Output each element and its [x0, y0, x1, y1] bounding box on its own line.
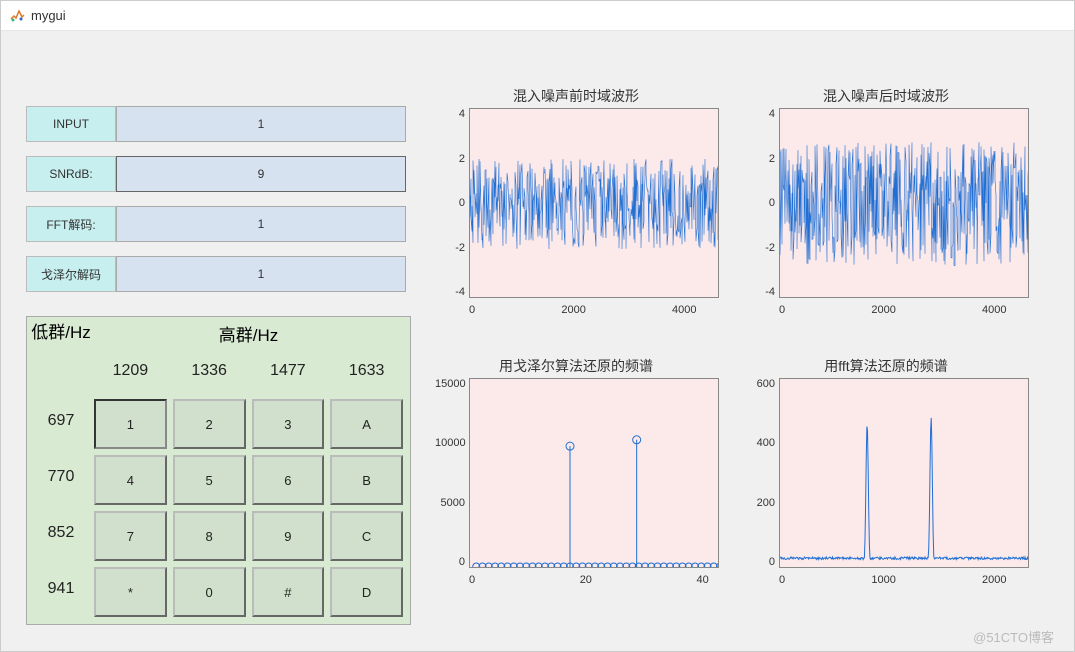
- key-*[interactable]: *: [94, 567, 167, 617]
- col-1336: 1336: [170, 346, 249, 396]
- fft-label: FFT解码:: [26, 206, 116, 242]
- col-1477: 1477: [249, 346, 328, 396]
- key-4[interactable]: 4: [94, 455, 167, 505]
- input-label: INPUT: [26, 106, 116, 142]
- snr-field[interactable]: 9: [116, 156, 406, 192]
- client-area: INPUT 1 SNRdB: 9 FFT解码: 1 戈泽尔解码 1 低群/Hz …: [1, 31, 1074, 651]
- col-1633: 1633: [327, 346, 406, 396]
- chart-title: 用fft算法还原的频谱: [741, 356, 1031, 376]
- left-panel: INPUT 1 SNRdB: 9 FFT解码: 1 戈泽尔解码 1: [26, 106, 406, 306]
- row-941: 941: [31, 564, 91, 614]
- key-D[interactable]: D: [330, 567, 403, 617]
- chart-title: 混入噪声前时域波形: [431, 86, 721, 106]
- key-8[interactable]: 8: [173, 511, 246, 561]
- app-window: mygui INPUT 1 SNRdB: 9 FFT解码: 1 戈泽尔解码 1: [0, 0, 1075, 652]
- col-1209: 1209: [91, 346, 170, 396]
- row-770: 770: [31, 452, 91, 502]
- key-3[interactable]: 3: [252, 399, 325, 449]
- dtmf-grid: 低群/Hz 高群/Hz 1209 1336 1477 1633 697123A7…: [26, 316, 411, 625]
- key-B[interactable]: B: [330, 455, 403, 505]
- titlebar: mygui: [1, 1, 1074, 31]
- goertzel-field[interactable]: 1: [116, 256, 406, 292]
- snr-label: SNRdB:: [26, 156, 116, 192]
- plot-area[interactable]: [469, 378, 719, 568]
- row-697: 697: [31, 396, 91, 446]
- row-852: 852: [31, 508, 91, 558]
- key-5[interactable]: 5: [173, 455, 246, 505]
- key-C[interactable]: C: [330, 511, 403, 561]
- plot-area[interactable]: [779, 378, 1029, 568]
- key-7[interactable]: 7: [94, 511, 167, 561]
- key-A[interactable]: A: [330, 399, 403, 449]
- key-1[interactable]: 1: [94, 399, 167, 449]
- watermark: @51CTO博客: [973, 627, 1054, 646]
- plot-area[interactable]: [469, 108, 719, 298]
- key-2[interactable]: 2: [173, 399, 246, 449]
- key-9[interactable]: 9: [252, 511, 325, 561]
- window-title: mygui: [31, 8, 66, 23]
- key-6[interactable]: 6: [252, 455, 325, 505]
- chart-title: 用戈泽尔算法还原的频谱: [431, 356, 721, 376]
- matlab-icon: [9, 8, 25, 24]
- goertzel-label: 戈泽尔解码: [26, 256, 116, 292]
- charts-area: 混入噪声前时域波形420-2-4020004000 混入噪声后时域波形420-2…: [431, 86, 1054, 641]
- plot-area[interactable]: [779, 108, 1029, 298]
- fft-field[interactable]: 1: [116, 206, 406, 242]
- chart-title: 混入噪声后时域波形: [741, 86, 1031, 106]
- key-#[interactable]: #: [252, 567, 325, 617]
- blank-cell: [31, 346, 91, 396]
- low-group-header: 低群/Hz: [31, 321, 91, 346]
- high-group-header: 高群/Hz: [91, 321, 406, 346]
- input-field[interactable]: 1: [116, 106, 406, 142]
- key-0[interactable]: 0: [173, 567, 246, 617]
